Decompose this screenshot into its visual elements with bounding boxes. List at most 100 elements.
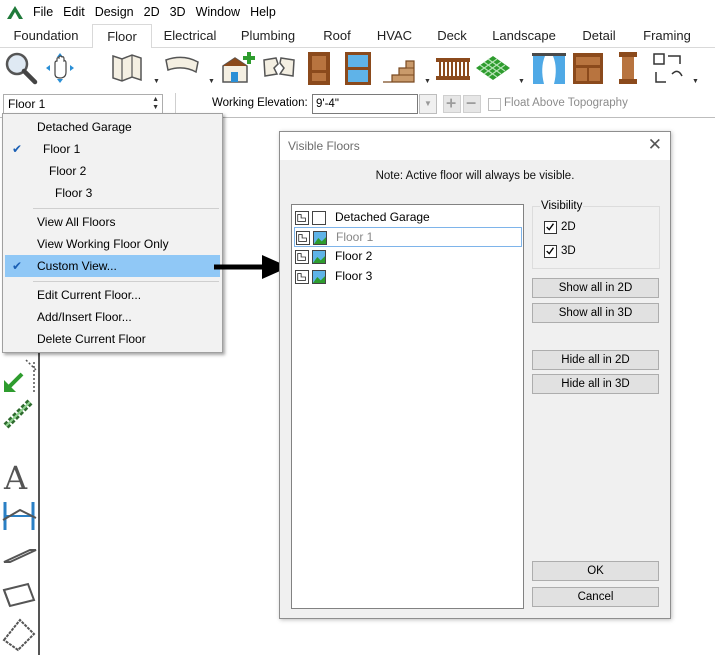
chevron-down-icon[interactable]: ▼ xyxy=(153,78,160,85)
float-above-topography-checkbox[interactable] xyxy=(488,98,501,111)
broken-wall-icon[interactable] xyxy=(260,50,298,86)
cabinet-icon[interactable] xyxy=(569,50,607,86)
tab-floor[interactable]: Floor xyxy=(92,24,152,49)
check-icon xyxy=(546,247,555,255)
floor-row-floor-1[interactable]: Floor 1 xyxy=(294,227,522,247)
landscape-3d-icon[interactable] xyxy=(312,250,326,264)
dialog-titlebar[interactable]: Visible Floors ✕ xyxy=(280,132,670,160)
menu-item-label: View All Floors xyxy=(37,215,116,229)
landscape-3d-icon[interactable] xyxy=(312,270,326,284)
floor-row-detached-garage[interactable]: Detached Garage xyxy=(294,208,522,228)
line-tool-icon[interactable] xyxy=(0,536,40,576)
floor-dropdown-menu: Detached Garage ✔ Floor 1 Floor 2 Floor … xyxy=(2,113,223,353)
menu-item-label: View Working Floor Only xyxy=(37,237,169,251)
decrease-elevation-button[interactable] xyxy=(463,95,481,113)
visibility-2d-checkbox[interactable] xyxy=(544,221,557,234)
menu-file[interactable]: File xyxy=(28,0,58,24)
empty-3d-checkbox[interactable] xyxy=(312,211,326,225)
door-icon[interactable] xyxy=(300,50,338,86)
plan-view-2d-icon[interactable] xyxy=(295,250,309,264)
text-tool-icon[interactable]: A xyxy=(0,456,40,496)
svg-text:A: A xyxy=(3,459,28,496)
working-elevation-input[interactable]: 9'-4" xyxy=(312,94,418,114)
ok-button[interactable]: OK xyxy=(532,561,659,581)
curved-wall-icon[interactable] xyxy=(163,50,201,86)
tab-plumbing[interactable]: Plumbing xyxy=(228,24,308,48)
tab-hvac[interactable]: HVAC xyxy=(366,24,423,48)
increase-elevation-button[interactable] xyxy=(443,95,461,113)
railing-icon[interactable] xyxy=(434,50,472,86)
landscape-3d-icon[interactable] xyxy=(313,231,327,245)
chevron-down-icon[interactable]: ▼ xyxy=(692,78,699,85)
menu-item-delete-current-floor[interactable]: Delete Current Floor xyxy=(3,328,222,350)
tab-deck[interactable]: Deck xyxy=(423,24,481,48)
spinner-arrows-icon[interactable]: ▲ ▼ xyxy=(152,96,159,112)
stairs-icon[interactable] xyxy=(380,50,418,86)
floor-row-label: Floor 3 xyxy=(335,269,373,283)
visibility-group-title: Visibility xyxy=(540,200,584,212)
menu-item-custom-view[interactable]: ✔ Custom View... xyxy=(5,255,220,277)
menu-3d[interactable]: 3D xyxy=(165,0,191,24)
cancel-button[interactable]: Cancel xyxy=(532,587,659,607)
menu-item-floor-1[interactable]: ✔ Floor 1 xyxy=(3,138,222,160)
pan-hand-icon[interactable] xyxy=(42,50,80,86)
visibility-3d-checkbox[interactable] xyxy=(544,245,557,258)
add-room-icon[interactable] xyxy=(219,50,257,86)
hide-all-2d-button[interactable]: Hide all in 2D xyxy=(532,350,659,370)
tab-detail[interactable]: Detail xyxy=(567,24,631,48)
menu-edit[interactable]: Edit xyxy=(58,0,90,24)
floor-row-floor-3[interactable]: Floor 3 xyxy=(294,267,522,287)
tab-foundation[interactable]: Foundation xyxy=(0,24,92,48)
floor-selector[interactable]: Floor 1 ▲ ▼ xyxy=(3,94,163,114)
chevron-down-icon[interactable]: ▼ xyxy=(518,78,525,85)
close-icon[interactable]: ✕ xyxy=(648,135,662,155)
toolbar-divider xyxy=(175,93,176,115)
floor-plan-icon[interactable] xyxy=(108,50,146,86)
hide-all-3d-button[interactable]: Hide all in 3D xyxy=(532,374,659,394)
menu-item-label: Detached Garage xyxy=(37,120,132,134)
floor-visibility-list[interactable]: Detached Garage Floor 1 Floor 2 Floor 3 xyxy=(291,204,524,609)
menu-item-floor-3[interactable]: Floor 3 xyxy=(3,182,222,204)
check-icon: ✔ xyxy=(12,259,23,273)
dimension-tool-icon[interactable] xyxy=(0,496,40,536)
menu-item-add-insert-floor[interactable]: Add/Insert Floor... xyxy=(3,306,222,328)
menu-item-edit-current-floor[interactable]: Edit Current Floor... xyxy=(3,284,222,306)
menu-2d[interactable]: 2D xyxy=(139,0,165,24)
floor-tile-icon[interactable] xyxy=(474,50,512,86)
menu-window[interactable]: Window xyxy=(191,0,245,24)
curtain-icon[interactable] xyxy=(530,50,568,86)
chevron-down-icon[interactable]: ▼ xyxy=(208,78,215,85)
window-icon[interactable] xyxy=(339,50,377,86)
floor-row-label: Floor 2 xyxy=(335,249,373,263)
working-elevation-label: Working Elevation: xyxy=(212,97,308,109)
tab-electrical[interactable]: Electrical xyxy=(152,24,228,48)
tab-roof[interactable]: Roof xyxy=(308,24,366,48)
dimension-arrow-icon[interactable] xyxy=(0,356,40,396)
menu-item-view-working-floor-only[interactable]: View Working Floor Only xyxy=(3,233,222,255)
elevation-dropdown-button[interactable]: ▼ xyxy=(419,94,437,114)
plan-view-2d-icon[interactable] xyxy=(295,270,309,284)
chain-links-icon[interactable] xyxy=(0,396,40,436)
tab-framing[interactable]: Framing xyxy=(631,24,703,48)
menu-item-floor-2[interactable]: Floor 2 xyxy=(3,160,222,182)
menu-design[interactable]: Design xyxy=(90,0,139,24)
ribbon-tabs: Foundation Floor Electrical Plumbing Roo… xyxy=(0,24,715,49)
floor-row-label: Detached Garage xyxy=(335,210,430,224)
show-all-3d-button[interactable]: Show all in 3D xyxy=(532,303,659,323)
polyline-tool-icon[interactable] xyxy=(0,612,40,652)
plan-view-2d-icon[interactable] xyxy=(295,211,309,225)
tab-landscape[interactable]: Landscape xyxy=(481,24,567,48)
box-tool-icon[interactable] xyxy=(0,574,40,614)
show-all-2d-button[interactable]: Show all in 2D xyxy=(532,278,659,298)
column-icon[interactable] xyxy=(609,50,647,86)
floor-row-floor-2[interactable]: Floor 2 xyxy=(294,247,522,267)
plan-view-2d-icon[interactable] xyxy=(296,231,310,245)
menu-item-detached-garage[interactable]: Detached Garage xyxy=(3,116,222,138)
floor-selector-value: Floor 1 xyxy=(8,97,46,111)
menu-item-view-all-floors[interactable]: View All Floors xyxy=(3,211,222,233)
visibility-group: Visibility 2D 3D xyxy=(532,200,660,269)
magnifier-icon[interactable] xyxy=(2,50,40,86)
shapes-icon[interactable] xyxy=(650,50,688,86)
menu-help[interactable]: Help xyxy=(245,0,281,24)
chevron-down-icon[interactable]: ▼ xyxy=(424,78,431,85)
